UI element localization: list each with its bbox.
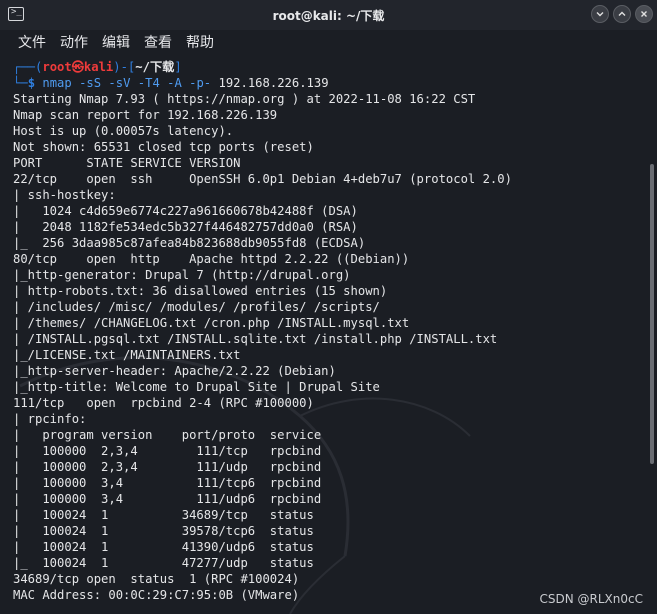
output-line: | 100000 2,3,4 111/udp rpcbind — [13, 460, 322, 474]
output-line: Starting Nmap 7.93 ( https://nmap.org ) … — [13, 92, 476, 106]
output-line: 22/tcp open ssh OpenSSH 6.0p1 Debian 4+d… — [13, 172, 512, 186]
menu-action[interactable]: 动作 — [60, 30, 88, 56]
window-title: root@kali: ~/下载 — [272, 8, 385, 23]
terminal-window: >_ root@kali: ~/下载 文件 动作 编辑 查看 帮助 ┌──(ro… — [0, 0, 657, 614]
terminal-lines: ┌──(root㉿kali)-[~/下载] └─$ nmap -sS -sV -… — [13, 59, 512, 603]
title-bar: >_ root@kali: ~/下载 — [0, 0, 657, 30]
output-line: | 2048 1182fe534edc5b327f446482757dd0a0 … — [13, 220, 358, 234]
output-line: | rpcinfo: — [13, 412, 87, 426]
window-controls — [591, 5, 653, 23]
menu-edit[interactable]: 编辑 — [102, 30, 130, 56]
output-line: |_http-generator: Drupal 7 (http://drupa… — [13, 268, 351, 282]
output-line: Host is up (0.00057s latency). — [13, 124, 234, 138]
terminal-output[interactable]: ┌──(root㉿kali)-[~/下载] └─$ nmap -sS -sV -… — [0, 56, 640, 614]
output-line: | 100024 1 41390/udp6 status — [13, 540, 314, 554]
prompt-frame-bottom: └─ — [13, 76, 28, 90]
output-line: | 100000 3,4 111/tcp6 rpcbind — [13, 476, 322, 490]
menu-help[interactable]: 帮助 — [186, 30, 214, 56]
prompt-symbol: $ — [27, 76, 36, 90]
scrollbar[interactable] — [647, 56, 657, 614]
output-line: | program version port/proto service — [13, 428, 322, 442]
output-line: Not shown: 65531 closed tcp ports (reset… — [13, 140, 314, 154]
command-name: nmap — [42, 76, 72, 90]
output-line: |_ 100024 1 47277/udp status — [13, 556, 314, 570]
prompt-dir: ~/下载 — [135, 60, 175, 74]
output-line: 111/tcp open rpcbind 2-4 (RPC #100000) — [13, 396, 314, 410]
prompt-frame-end: ] — [174, 60, 182, 74]
terminal-icon[interactable]: >_ — [8, 7, 24, 21]
output-line: | http-robots.txt: 36 disallowed entries… — [13, 284, 388, 298]
menu-view[interactable]: 查看 — [144, 30, 172, 56]
output-line: |_ 256 3daa985c87afea84b823688db9055fd8 … — [13, 236, 366, 250]
command-target: 192.168.226.139 — [211, 76, 329, 90]
output-line: | 100024 1 39578/tcp6 status — [13, 524, 314, 538]
minimize-button[interactable] — [591, 5, 609, 23]
command-args: -sS -sV -T4 -A -p- — [71, 76, 212, 90]
output-line: PORT STATE SERVICE VERSION — [13, 156, 241, 170]
scrollbar-thumb[interactable] — [650, 164, 654, 464]
output-line: Nmap scan report for 192.168.226.139 — [13, 108, 278, 122]
output-line: 80/tcp open http Apache httpd 2.2.22 ((D… — [13, 252, 410, 266]
csdn-watermark: CSDN @RLXn0cC — [539, 592, 644, 606]
prompt-line-1: ┌──(root㉿kali)-[~/下载] — [13, 59, 512, 75]
output-line: |_http-server-header: Apache/2.2.22 (Deb… — [13, 364, 336, 378]
output-line: | 100024 1 34689/tcp status — [13, 508, 314, 522]
output-line: | /includes/ /misc/ /modules/ /profiles/… — [13, 300, 380, 314]
prompt-frame: ┌──( — [13, 60, 43, 74]
output-line: 34689/tcp open status 1 (RPC #100024) — [13, 572, 300, 586]
output-line: | /themes/ /CHANGELOG.txt /cron.php /INS… — [13, 316, 410, 330]
prompt-frame-mid: )-[ — [113, 60, 136, 74]
output-line: | 100000 2,3,4 111/tcp rpcbind — [13, 444, 322, 458]
prompt-line-2: └─$ nmap -sS -sV -T4 -A -p- 192.168.226.… — [13, 75, 512, 91]
prompt-user: root㉿kali — [42, 60, 114, 74]
close-button[interactable] — [635, 5, 653, 23]
output-line: |_http-title: Welcome to Drupal Site | D… — [13, 380, 380, 394]
output-line: | 1024 c4d659e6774c227a961660678b42488f … — [13, 204, 358, 218]
output-line: | 100000 3,4 111/udp6 rpcbind — [13, 492, 322, 506]
output-line: MAC Address: 00:0C:29:C7:95:0B (VMware) — [13, 588, 300, 602]
menu-bar: 文件 动作 编辑 查看 帮助 — [0, 30, 657, 56]
maximize-button[interactable] — [613, 5, 631, 23]
menu-file[interactable]: 文件 — [18, 30, 46, 56]
output-line: | /INSTALL.pgsql.txt /INSTALL.sqlite.txt… — [13, 332, 498, 346]
output-line: |_/LICENSE.txt /MAINTAINERS.txt — [13, 348, 241, 362]
output-line: | ssh-hostkey: — [13, 188, 116, 202]
